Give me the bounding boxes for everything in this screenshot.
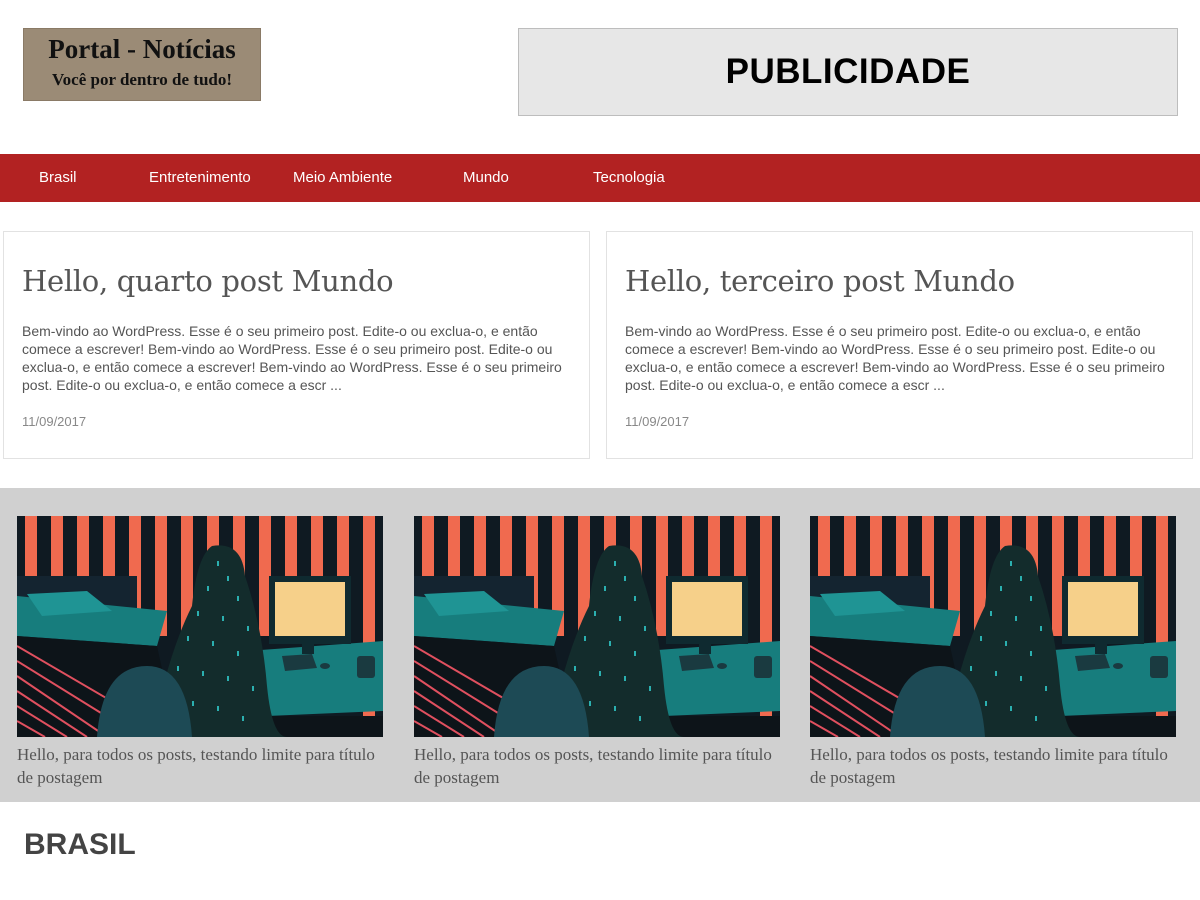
featured-thumbnail[interactable] [414, 516, 780, 737]
nav-item-entretenimento[interactable]: Entretenimento [149, 154, 251, 202]
ad-banner-text: PUBLICIDADE [725, 52, 971, 91]
featured-caption[interactable]: Hello, para todos os posts, testando lim… [810, 743, 1176, 789]
post-excerpt: Bem-vindo ao WordPress. Esse é o seu pri… [22, 323, 562, 393]
featured-caption[interactable]: Hello, para todos os posts, testando lim… [414, 743, 780, 789]
nav-item-tecnologia[interactable]: Tecnologia [593, 154, 665, 202]
featured-thumbnail[interactable] [17, 516, 383, 737]
post-title[interactable]: Hello, quarto post Mundo [22, 264, 394, 298]
nav-item-mundo[interactable]: Mundo [463, 154, 509, 202]
featured-item: Hello, para todos os posts, testando lim… [810, 516, 1176, 789]
ad-banner[interactable]: PUBLICIDADE [518, 28, 1178, 116]
post-title[interactable]: Hello, terceiro post Mundo [625, 264, 1015, 298]
featured-thumbnail[interactable] [810, 516, 1176, 737]
post-excerpt: Bem-vindo ao WordPress. Esse é o seu pri… [625, 323, 1165, 393]
section-heading-brasil: BRASIL [24, 828, 136, 861]
post-date: 11/09/2017 [625, 414, 690, 429]
main-nav: Brasil Entretenimento Meio Ambiente Mund… [0, 154, 1200, 202]
site-logo[interactable]: Portal - Notícias Você por dentro de tud… [23, 28, 261, 101]
post-card: Hello, terceiro post Mundo Bem-vindo ao … [606, 231, 1193, 459]
post-date: 11/09/2017 [22, 414, 87, 429]
site-tagline: Você por dentro de tudo! [51, 70, 233, 89]
featured-posts: Hello, para todos os posts, testando lim… [0, 488, 1200, 802]
featured-item: Hello, para todos os posts, testando lim… [17, 516, 383, 789]
nav-item-brasil[interactable]: Brasil [39, 154, 77, 202]
featured-caption[interactable]: Hello, para todos os posts, testando lim… [17, 743, 383, 789]
featured-item: Hello, para todos os posts, testando lim… [414, 516, 780, 789]
post-card: Hello, quarto post Mundo Bem-vindo ao Wo… [3, 231, 590, 459]
nav-item-meio-ambiente[interactable]: Meio Ambiente [293, 154, 392, 202]
site-title: Portal - Notícias [48, 34, 236, 64]
